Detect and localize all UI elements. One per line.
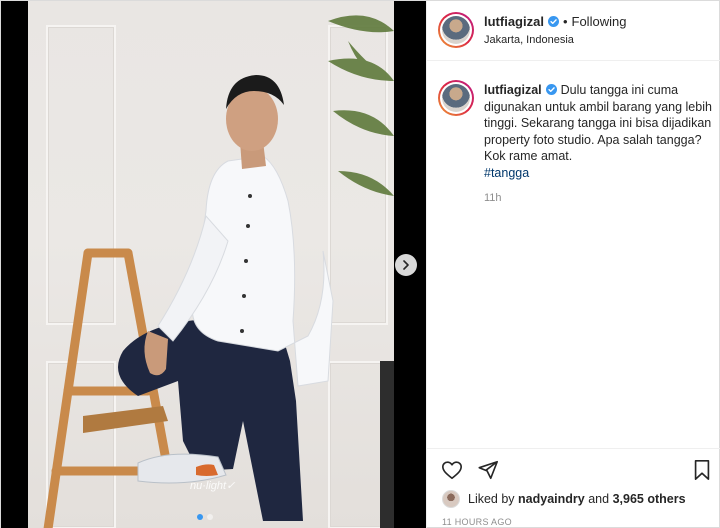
caption-timestamp[interactable]: 11h	[484, 192, 502, 204]
verified-badge-icon	[547, 16, 559, 27]
carousel-dot	[207, 514, 213, 520]
post-side-panel: lutfiagizal • Following Jakarta, Indones…	[426, 1, 720, 528]
author-username[interactable]: lutfiagizal	[484, 14, 544, 29]
next-slide-button[interactable]	[395, 254, 417, 276]
caption-username[interactable]: lutfiagizal	[484, 83, 542, 97]
save-button[interactable]	[690, 458, 714, 482]
liked-by-user[interactable]: nadyaindry	[518, 492, 585, 506]
carousel-indicator	[197, 514, 213, 520]
post-header: lutfiagizal • Following Jakarta, Indones…	[427, 1, 720, 61]
post-photo[interactable]: nu·light✓	[28, 1, 394, 528]
like-button[interactable]	[440, 458, 464, 482]
caption-author-avatar[interactable]	[438, 80, 474, 116]
liked-by-prefix: Liked by	[468, 492, 515, 506]
chevron-right-icon	[403, 260, 409, 270]
liked-by-others[interactable]: 3,965 others	[613, 492, 686, 506]
following-button[interactable]: Following	[572, 14, 627, 29]
plant-leaves	[328, 15, 394, 196]
bookmark-icon	[694, 460, 710, 480]
post-timestamp[interactable]: 11 HOURS AGO	[442, 517, 512, 527]
caption-text-block: lutfiagizal Dulu tangga ini cuma digunak…	[484, 82, 714, 181]
author-avatar[interactable]	[438, 12, 474, 48]
photo-scene	[43, 15, 394, 528]
share-button[interactable]	[476, 458, 500, 482]
hashtag-link[interactable]: #tangga	[484, 165, 714, 182]
post-container: nu·light✓ lutfiagizal • Following Jakart…	[0, 0, 720, 528]
liked-by-and: and	[588, 492, 610, 506]
carousel-dot-active	[197, 514, 203, 520]
post-media[interactable]: nu·light✓	[1, 1, 426, 528]
liker-avatar[interactable]	[442, 490, 460, 508]
paper-plane-icon	[478, 460, 498, 480]
ladder-step	[83, 406, 168, 433]
post-location[interactable]: Jakarta, Indonesia	[484, 34, 574, 46]
post-actions: Liked by nadyaindry and 3,965 others 11 …	[427, 448, 720, 528]
watermark-logo: nu·light✓	[190, 480, 236, 492]
verified-badge-icon	[545, 84, 557, 95]
separator-dot: •	[562, 14, 568, 29]
author-line: lutfiagizal • Following	[484, 14, 626, 29]
heart-icon	[442, 461, 462, 480]
likes-summary: Liked by nadyaindry and 3,965 others	[442, 490, 686, 508]
